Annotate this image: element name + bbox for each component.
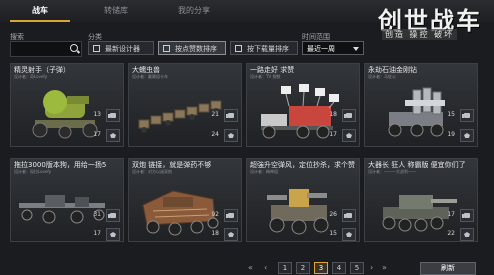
fav-count: 18 <box>211 230 219 237</box>
thumbs-up-icon <box>226 213 234 218</box>
refresh-button[interactable]: 刷新 <box>420 262 476 275</box>
download-button[interactable] <box>460 129 474 142</box>
fav-count: 19 <box>447 131 455 138</box>
like-button[interactable] <box>224 109 238 122</box>
like-count: 31 <box>93 211 101 218</box>
logo-subtitle: 创造 操控 破坏 <box>382 29 458 40</box>
vehicle-card[interactable]: 一路走好 求赞 设计者：TV 钢铁 18 17 <box>246 63 360 147</box>
search-input[interactable] <box>10 41 82 57</box>
download-button[interactable] <box>342 129 356 142</box>
download-icon <box>228 232 234 237</box>
search-icon[interactable] <box>70 44 78 52</box>
download-button[interactable] <box>342 228 356 241</box>
tab-vehicles[interactable]: 战车 <box>10 3 70 19</box>
sort-newest-button[interactable]: 最新设计器 <box>88 41 154 55</box>
vehicle-card[interactable]: 大蠕虫兽 设计者：戴赖组卡车 21 24 <box>128 63 242 147</box>
like-button[interactable] <box>342 109 356 122</box>
like-button[interactable] <box>106 109 120 122</box>
chevron-down-icon <box>353 47 359 51</box>
like-count: 92 <box>211 211 219 218</box>
download-button[interactable] <box>460 228 474 241</box>
fav-count: 24 <box>211 131 219 138</box>
tab-storage[interactable]: 转储库 <box>88 3 144 19</box>
vehicle-card[interactable]: 大器长 狂人 称霸版 便宜你们了 设计者：———大战利—— 17 22 <box>364 158 478 242</box>
thumbs-up-icon <box>108 113 116 118</box>
download-button[interactable] <box>224 228 238 241</box>
thumbs-up-icon <box>344 113 352 118</box>
vehicle-card[interactable]: 超強升空弹风，定位抄杀，求个赞 设计者：梅神组 26 15 <box>246 158 360 242</box>
vehicle-card[interactable]: 双炮 链接，就是弹药不够 设计者：对方以迷双航 92 18 <box>128 158 242 242</box>
download-icon <box>346 133 352 138</box>
download-button[interactable] <box>224 129 238 142</box>
first-page-icon[interactable]: « <box>248 262 253 274</box>
download-icon <box>464 232 470 237</box>
page-button-3[interactable]: 3 <box>314 262 328 274</box>
sort-likes-label: 按点赞数排序 <box>175 45 217 53</box>
like-count: 21 <box>211 111 219 118</box>
download-button[interactable] <box>106 228 120 241</box>
download-button[interactable] <box>106 129 120 142</box>
like-count: 18 <box>329 111 337 118</box>
like-button[interactable] <box>460 109 474 122</box>
download-icon <box>110 232 116 237</box>
fav-count: 22 <box>447 230 455 237</box>
time-range-select[interactable]: 最近一周 <box>302 41 364 55</box>
download-icon <box>228 133 234 138</box>
fav-count: 17 <box>329 131 337 138</box>
like-count: 26 <box>329 211 337 218</box>
thumbs-up-icon <box>344 213 352 218</box>
vehicle-card[interactable]: 永劫石油金刚钻 设计者：马佐公 15 19 <box>364 63 478 147</box>
time-range-value: 最近一周 <box>307 45 335 53</box>
like-count: 15 <box>447 111 455 118</box>
sort-newest-label: 最新设计器 <box>105 45 140 53</box>
thumbs-up-icon <box>108 213 116 218</box>
newest-icon <box>93 45 100 52</box>
game-logo: 创世战车 创造 操控 破坏 <box>372 3 490 41</box>
thumbs-up-icon <box>462 213 470 218</box>
thumbs-up-icon <box>226 113 234 118</box>
download-icon <box>464 133 470 138</box>
download-sort-icon <box>235 45 242 52</box>
next-page-icon[interactable]: › <box>370 262 373 274</box>
last-page-icon[interactable]: » <box>382 262 387 274</box>
download-icon <box>110 133 116 138</box>
like-button[interactable] <box>342 209 356 222</box>
like-button[interactable] <box>106 209 120 222</box>
vehicle-card[interactable]: 精灵射手（子弹） 设计者：奇Lovefy 13 17 <box>10 63 124 147</box>
like-count: 13 <box>93 111 101 118</box>
sort-downloads-button[interactable]: 按下载量排序 <box>230 41 298 55</box>
fav-count: 17 <box>93 131 101 138</box>
tab-my-shares[interactable]: 我的分享 <box>164 3 224 19</box>
fav-count: 15 <box>329 230 337 237</box>
download-icon <box>346 232 352 237</box>
like-button[interactable] <box>224 209 238 222</box>
fav-count: 17 <box>93 230 101 237</box>
like-count: 17 <box>447 211 455 218</box>
vehicle-card[interactable]: 拖拉3000版本狗，用给一扬5 设计者：现拉Lovefy 31 17 <box>10 158 124 242</box>
sort-likes-button[interactable]: 按点赞数排序 <box>158 41 226 55</box>
page-button-1[interactable]: 1 <box>278 262 292 274</box>
active-tab-indicator <box>10 20 70 22</box>
likes-sort-icon <box>163 45 170 52</box>
sort-downloads-label: 按下载量排序 <box>247 45 289 53</box>
page-button-4[interactable]: 4 <box>332 262 346 274</box>
page-button-5[interactable]: 5 <box>350 262 364 274</box>
prev-page-icon[interactable]: ‹ <box>264 262 267 274</box>
like-button[interactable] <box>460 209 474 222</box>
thumbs-up-icon <box>462 113 470 118</box>
page-button-2[interactable]: 2 <box>296 262 310 274</box>
